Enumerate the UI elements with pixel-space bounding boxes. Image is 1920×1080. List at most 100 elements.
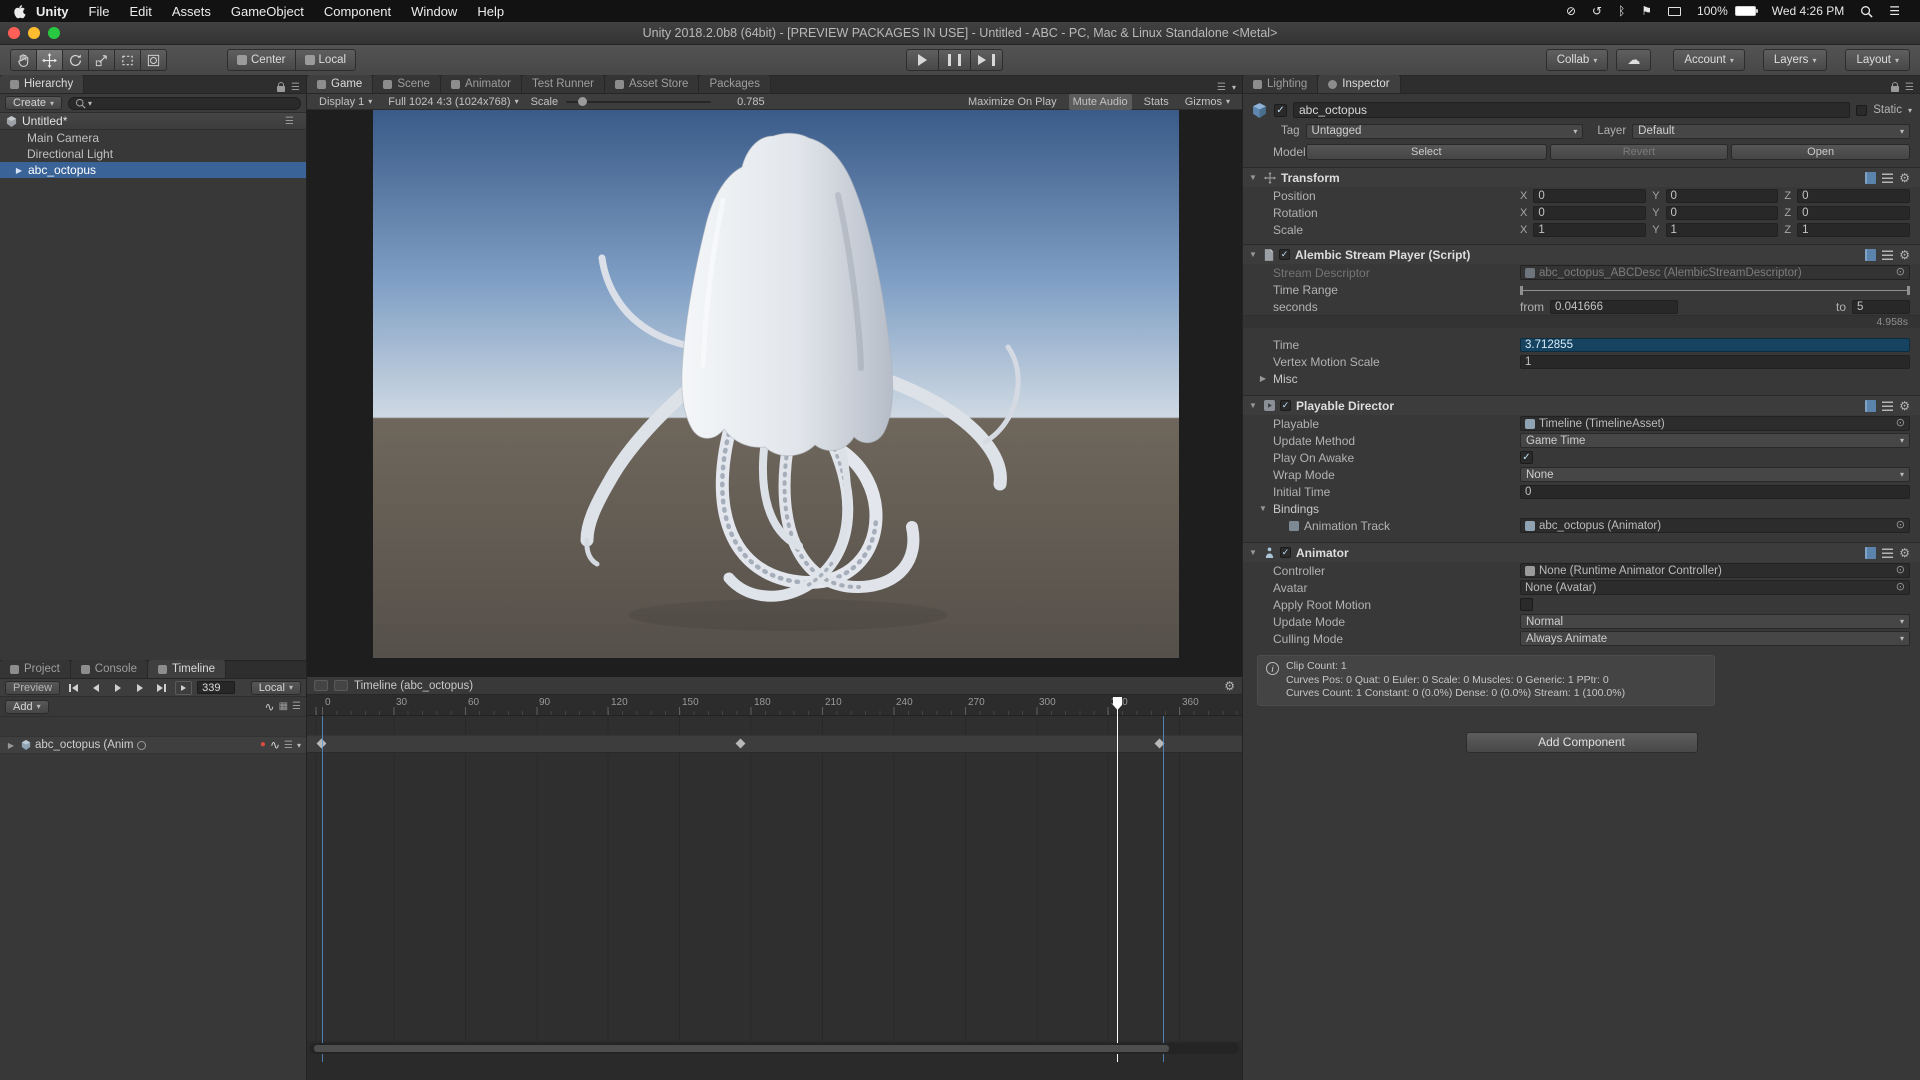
game-viewport[interactable]	[307, 110, 1242, 677]
clip-view-icon[interactable]	[334, 680, 348, 691]
time-range-slider[interactable]	[1520, 283, 1910, 297]
account-button[interactable]: Account▾	[1673, 49, 1745, 71]
menu-window[interactable]: Window	[401, 0, 467, 22]
track-menu-icon[interactable]: ☰	[284, 740, 293, 751]
menu-component[interactable]: Component	[314, 0, 401, 22]
seconds-from-field[interactable]: 0.041666	[1550, 300, 1678, 314]
rotation-z-field[interactable]: 0	[1797, 206, 1910, 220]
tab-game[interactable]: Game	[307, 75, 373, 93]
chevron-down-icon[interactable]: ▾	[297, 741, 301, 750]
bindings-foldout[interactable]: ▼Bindings	[1243, 500, 1920, 517]
goto-start-button[interactable]	[65, 681, 82, 695]
tab-scene[interactable]: Scene	[373, 75, 441, 93]
pivot-mode-button[interactable]: Center	[227, 49, 296, 71]
fold-open-icon[interactable]: ▼	[1247, 401, 1259, 410]
timeline-horizontal-scrollbar[interactable]	[310, 1043, 1239, 1054]
list-view-icon[interactable]	[314, 680, 328, 691]
culling-mode-dropdown[interactable]: Always Animate▾	[1520, 631, 1910, 646]
maximize-on-play-toggle[interactable]: Maximize On Play	[964, 94, 1061, 110]
misc-foldout[interactable]: ▶Misc	[1243, 370, 1920, 387]
scrollbar-thumb[interactable]	[314, 1045, 1169, 1052]
tab-asset-store[interactable]: Asset Store	[605, 75, 699, 93]
time-machine-icon[interactable]: ↺	[1592, 4, 1602, 18]
fold-open-icon[interactable]: ▼	[1247, 250, 1259, 259]
gear-icon[interactable]: ⚙	[1224, 680, 1235, 692]
add-component-button[interactable]: Add Component	[1466, 732, 1698, 753]
stats-toggle[interactable]: Stats	[1140, 94, 1173, 110]
help-book-icon[interactable]	[1865, 172, 1876, 184]
scale-z-field[interactable]: 1	[1797, 223, 1910, 237]
animation-track-row[interactable]: ▶ abc_octopus (Anim ● ∿ ☰ ▾	[0, 736, 306, 754]
gear-icon[interactable]: ⚙	[1899, 172, 1910, 184]
frame-number-field[interactable]: 339	[197, 681, 235, 694]
presets-icon[interactable]	[1882, 250, 1893, 260]
rotation-x-field[interactable]: 0	[1533, 206, 1646, 220]
panel-menu-icon[interactable]: ☰	[1905, 82, 1914, 93]
tab-hierarchy[interactable]: Hierarchy	[0, 75, 84, 93]
apple-icon[interactable]	[12, 4, 26, 19]
hierarchy-search-input[interactable]: ▾	[68, 97, 301, 110]
position-z-field[interactable]: 0	[1797, 189, 1910, 203]
update-mode-dropdown[interactable]: Normal▾	[1520, 614, 1910, 629]
component-enabled-checkbox[interactable]: ✓	[1279, 249, 1290, 260]
display-icon[interactable]	[1668, 7, 1681, 16]
play-on-awake-checkbox[interactable]: ✓	[1520, 451, 1533, 464]
collab-button[interactable]: Collab▾	[1546, 49, 1609, 71]
timeline-space-dropdown[interactable]: Local▾	[251, 681, 301, 695]
previous-frame-button[interactable]	[87, 681, 104, 695]
fold-open-icon[interactable]: ▼	[1247, 548, 1259, 557]
fold-closed-icon[interactable]: ▶	[5, 741, 17, 750]
model-open-button[interactable]: Open	[1731, 144, 1910, 160]
tab-animator[interactable]: Animator	[441, 75, 522, 93]
tag-dropdown[interactable]: Untagged▾	[1306, 124, 1584, 139]
step-button[interactable]	[970, 49, 1003, 71]
track-curves-icon[interactable]: ∿	[270, 738, 280, 752]
model-select-button[interactable]: Select	[1306, 144, 1547, 160]
alembic-header[interactable]: ▼ ✓ Alembic Stream Player (Script) ⚙	[1243, 244, 1920, 264]
apply-root-motion-checkbox[interactable]	[1520, 598, 1533, 611]
goto-end-button[interactable]	[153, 681, 170, 695]
tab-inspector[interactable]: Inspector	[1318, 75, 1400, 93]
menubar-clock[interactable]: Wed 4:26 PM	[1772, 4, 1844, 18]
notification-center-icon[interactable]: ☰	[1889, 4, 1900, 18]
seconds-to-field[interactable]: 5	[1852, 300, 1910, 314]
pause-button[interactable]	[938, 49, 971, 71]
help-book-icon[interactable]	[1865, 249, 1876, 261]
gear-icon[interactable]: ⚙	[1899, 249, 1910, 261]
battery-status[interactable]: 100%	[1697, 4, 1756, 18]
curves-view-icon[interactable]: ∿	[265, 700, 275, 714]
playable-director-header[interactable]: ▼ ✓ Playable Director ⚙	[1243, 395, 1920, 415]
menu-assets[interactable]: Assets	[162, 0, 221, 22]
menu-edit[interactable]: Edit	[119, 0, 161, 22]
help-book-icon[interactable]	[1865, 400, 1876, 412]
transform-header[interactable]: ▼ Transform ⚙	[1243, 167, 1920, 187]
menu-gameobject[interactable]: GameObject	[221, 0, 314, 22]
avatar-field[interactable]: None (Avatar)⊙	[1520, 580, 1910, 595]
position-y-field[interactable]: 0	[1666, 189, 1779, 203]
menu-unity[interactable]: Unity	[26, 0, 79, 22]
rotate-tool-button[interactable]	[62, 49, 89, 71]
tab-packages[interactable]: Packages	[699, 75, 771, 93]
rotation-y-field[interactable]: 0	[1666, 206, 1779, 220]
gear-icon[interactable]: ⚙	[1899, 547, 1910, 559]
record-armed-icon[interactable]: ●	[260, 740, 266, 750]
aspect-dropdown[interactable]: Full 1024 4:3 (1024x768)▾	[384, 94, 522, 110]
preview-toggle-button[interactable]: Preview	[5, 681, 60, 695]
cloud-button[interactable]: ☁	[1616, 49, 1651, 71]
scene-menu-icon[interactable]: ☰	[285, 116, 294, 127]
animator-header[interactable]: ▼ ✓ Animator ⚙	[1243, 542, 1920, 562]
clip-view-icon[interactable]: ▦	[279, 701, 288, 712]
model-revert-button[interactable]: Revert	[1550, 144, 1729, 160]
dnd-icon[interactable]: ⊘	[1566, 4, 1576, 18]
component-enabled-checkbox[interactable]: ✓	[1280, 547, 1291, 558]
input-source-icon[interactable]: ⚑	[1641, 4, 1652, 18]
timeline-clip-area[interactable]	[307, 716, 1242, 1041]
gear-icon[interactable]: ⚙	[1899, 400, 1910, 412]
timeline-play-button[interactable]	[109, 681, 126, 695]
play-range-button[interactable]	[175, 681, 192, 695]
scale-x-field[interactable]: 1	[1533, 223, 1646, 237]
timeline-options-icon[interactable]: ☰	[292, 701, 301, 712]
create-button[interactable]: Create▾	[5, 96, 62, 110]
controller-field[interactable]: None (Runtime Animator Controller)⊙	[1520, 563, 1910, 578]
playable-field[interactable]: Timeline (TimelineAsset)⊙	[1520, 416, 1910, 431]
